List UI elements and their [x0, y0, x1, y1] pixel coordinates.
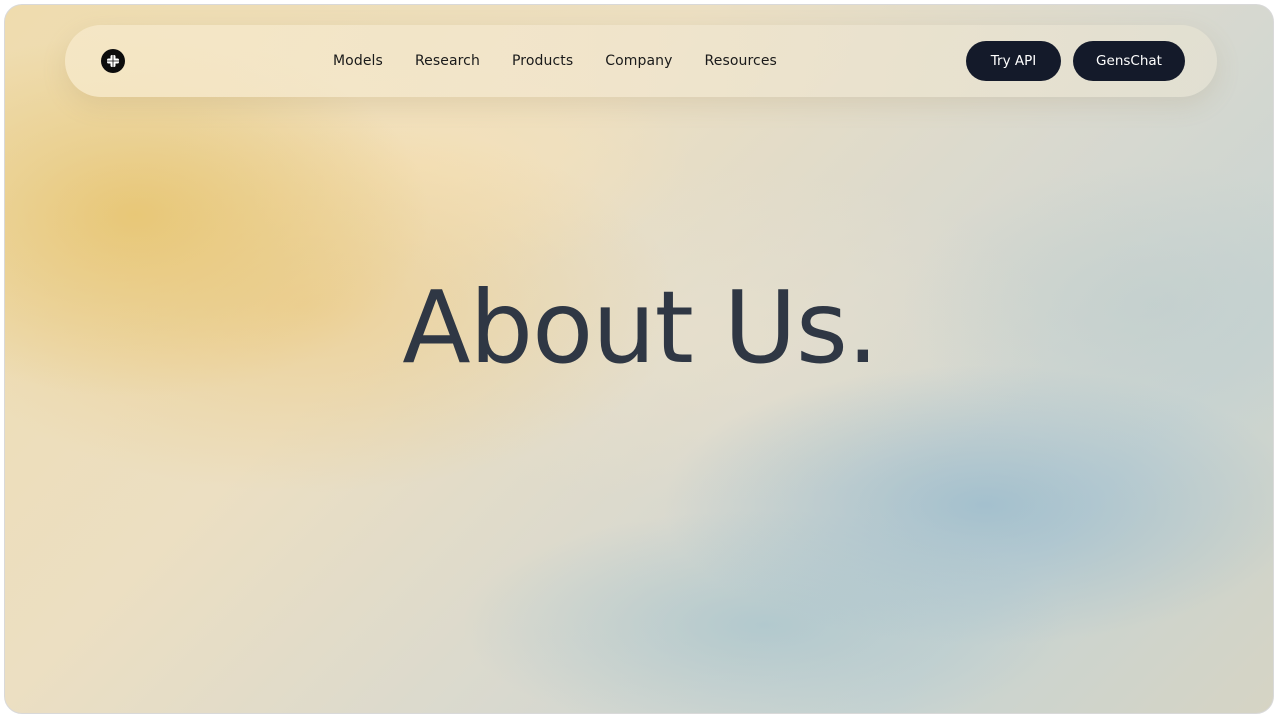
nav-link-resources[interactable]: Resources: [689, 53, 793, 69]
page-title: About Us.: [402, 269, 879, 386]
logo-glyph: [107, 55, 119, 67]
nav-link-products[interactable]: Products: [496, 53, 589, 69]
top-navbar: Models Research Products Company Resourc…: [65, 25, 1217, 97]
nav-link-research[interactable]: Research: [399, 53, 496, 69]
page-frame: Models Research Products Company Resourc…: [4, 4, 1274, 714]
flower-logo-icon[interactable]: [101, 49, 125, 73]
genschat-button[interactable]: GensChat: [1073, 41, 1185, 81]
nav-link-company[interactable]: Company: [589, 53, 688, 69]
nav-link-models[interactable]: Models: [317, 53, 399, 69]
try-api-button[interactable]: Try API: [966, 41, 1061, 81]
nav-links: Models Research Products Company Resourc…: [317, 25, 793, 97]
